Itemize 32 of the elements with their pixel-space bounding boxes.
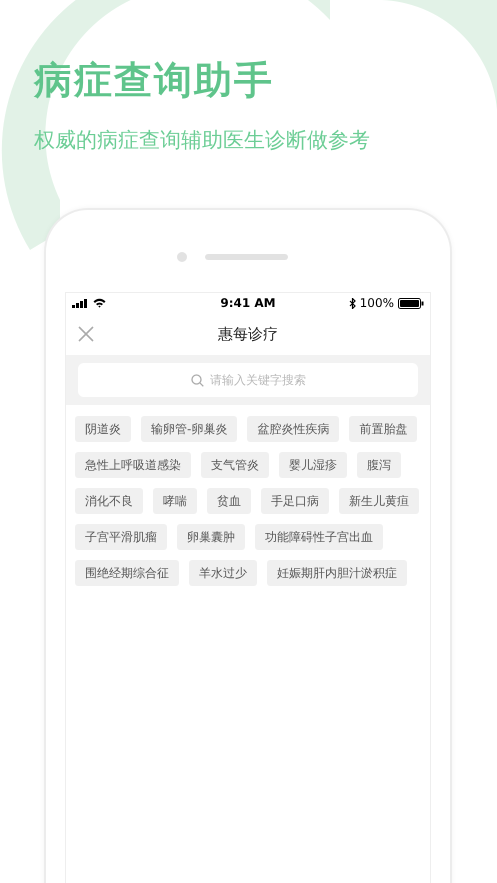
subtitle: 权威的病症查询辅助医生诊断做参考 xyxy=(34,127,371,154)
wifi-icon xyxy=(93,298,106,308)
disease-tag[interactable]: 婴儿湿疹 xyxy=(279,452,347,478)
disease-tag[interactable]: 输卵管-卵巢炎 xyxy=(141,416,238,442)
signal-icon xyxy=(72,298,89,308)
disease-tag[interactable]: 围绝经期综合征 xyxy=(75,560,179,586)
search-field[interactable]: 请输入关键字搜索 xyxy=(78,363,418,397)
disease-tag[interactable]: 哮喘 xyxy=(153,488,197,514)
bluetooth-icon xyxy=(348,298,356,308)
disease-tag[interactable]: 盆腔炎性疾病 xyxy=(247,416,340,442)
nav-title: 惠每诊疗 xyxy=(218,324,278,344)
close-icon[interactable] xyxy=(78,326,94,342)
disease-tag[interactable]: 贫血 xyxy=(207,488,251,514)
disease-tag[interactable]: 急性上呼吸道感染 xyxy=(75,452,191,478)
disease-tag[interactable]: 功能障碍性子宫出血 xyxy=(255,524,383,550)
disease-tag[interactable]: 阴道炎 xyxy=(75,416,131,442)
disease-tag[interactable]: 手足口病 xyxy=(261,488,329,514)
disease-tag[interactable]: 新生儿黄疸 xyxy=(339,488,419,514)
disease-tag[interactable]: 妊娠期肝内胆汁淤积症 xyxy=(267,560,407,586)
camera-dot xyxy=(177,252,187,262)
search-icon xyxy=(191,374,204,387)
battery-icon xyxy=(398,298,424,308)
disease-tag[interactable]: 腹泻 xyxy=(357,452,401,478)
headline: 病症查询助手 xyxy=(34,57,275,104)
disease-tag[interactable]: 前置胎盘 xyxy=(349,416,418,442)
status-time: 9:41 AM xyxy=(220,296,276,310)
battery-percent: 100% xyxy=(360,296,394,310)
disease-tag[interactable]: 支气管炎 xyxy=(201,452,269,478)
disease-tag[interactable]: 卵巢囊肿 xyxy=(177,524,245,550)
disease-tag[interactable]: 羊水过少 xyxy=(189,560,257,586)
disease-tag[interactable]: 消化不良 xyxy=(75,488,143,514)
disease-tag[interactable]: 子宫平滑肌瘤 xyxy=(75,524,167,550)
